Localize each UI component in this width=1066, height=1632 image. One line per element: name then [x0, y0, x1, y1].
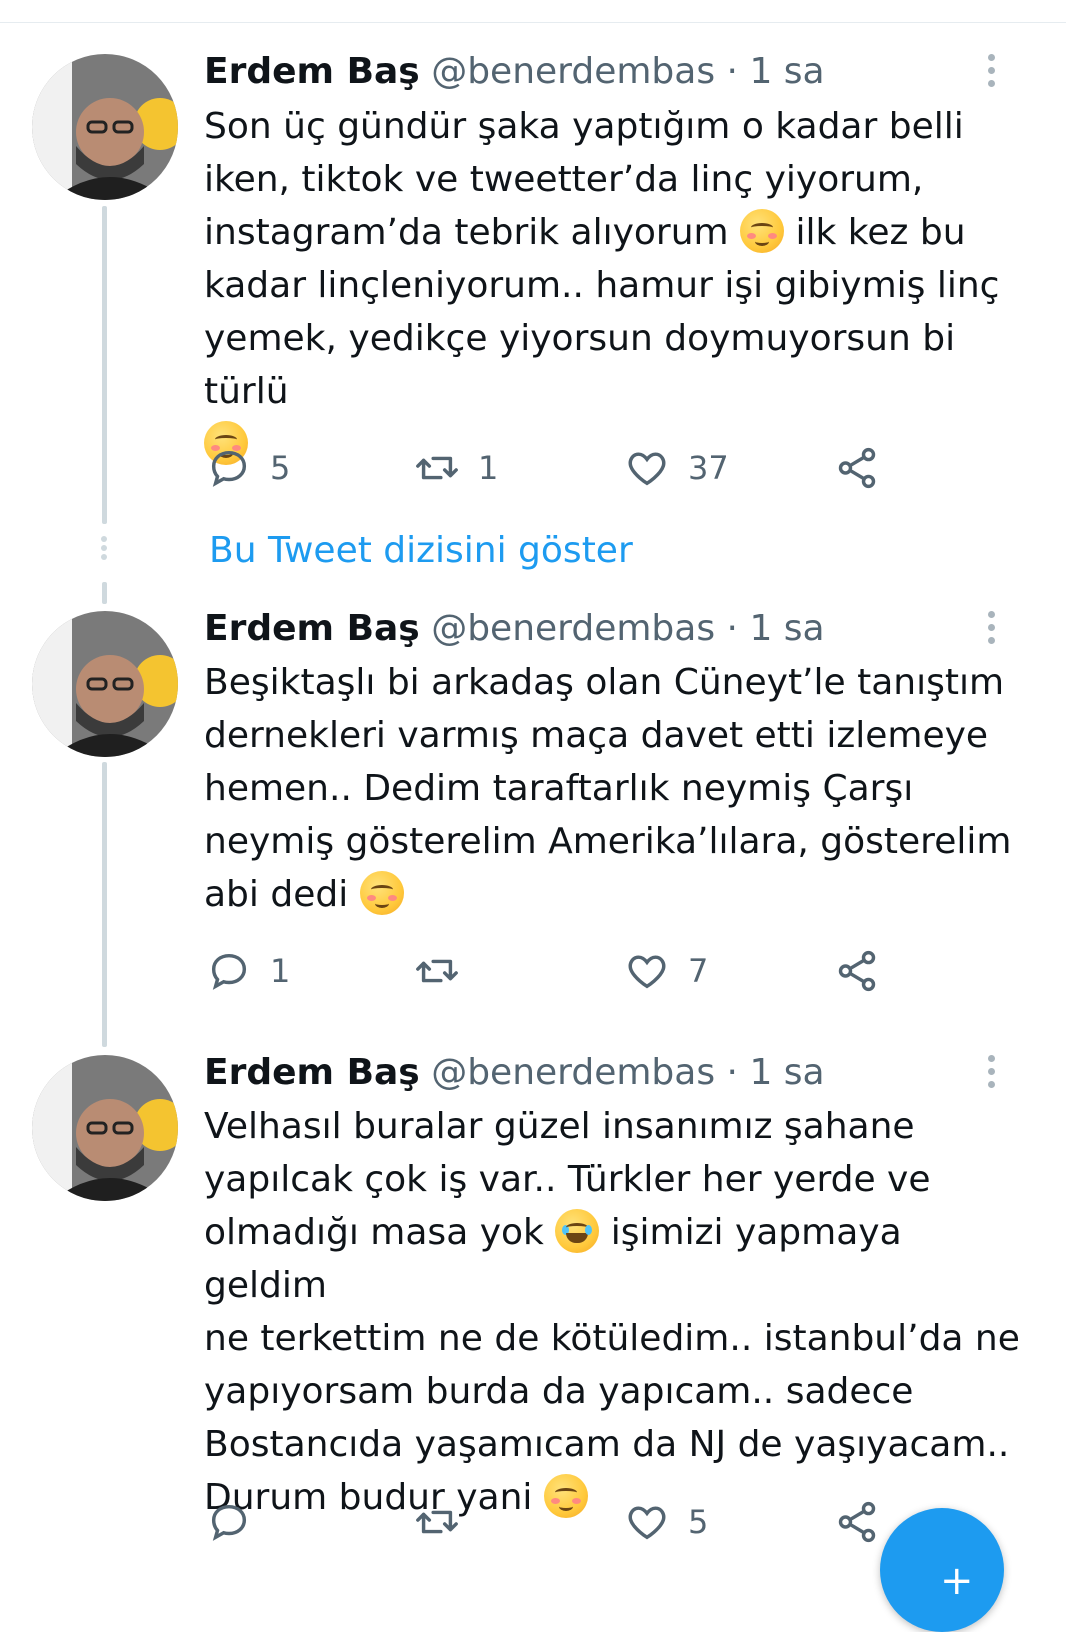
timestamp[interactable]: 1 sa [749, 1052, 824, 1093]
avatar-image [32, 1055, 178, 1201]
heart-icon [628, 1506, 666, 1540]
reply-button[interactable]: 5 [206, 443, 290, 493]
tweet-text-part: işimizi yapmaya geldim ne terkettim ne d… [204, 1212, 1020, 1518]
reply-icon [211, 953, 247, 990]
share-button[interactable] [834, 443, 880, 493]
separator: · [726, 51, 738, 92]
author-name[interactable]: Erdem Baş [204, 51, 420, 92]
share-icon [838, 950, 876, 992]
author-name[interactable]: Erdem Baş [204, 1052, 420, 1093]
avatar-image [32, 54, 178, 200]
thread-line [102, 582, 107, 604]
reply-icon [211, 1504, 247, 1541]
reply-count: 1 [270, 952, 291, 990]
reply-button[interactable]: 1 [206, 946, 290, 996]
timestamp[interactable]: 1 sa [749, 51, 824, 92]
separator: · [726, 608, 738, 649]
author-handle[interactable]: @benerdembas [431, 1052, 715, 1093]
like-button[interactable]: 37 [624, 443, 729, 493]
plus-icon: + [940, 1558, 974, 1604]
separator: · [726, 1052, 738, 1093]
like-button[interactable]: 7 [624, 946, 708, 996]
top-divider [0, 22, 1066, 23]
tweet-text: Velhasıl buralar güzel insanımız şahane … [204, 1100, 1024, 1524]
like-count: 37 [688, 449, 729, 487]
tweet-text-part: Beşiktaşlı bi arkadaş olan Cüneyt’le tan… [204, 662, 1012, 915]
tweet-text: Beşiktaşlı bi arkadaş olan Cüneyt’le tan… [204, 656, 1024, 921]
smiling-face-with-blush-icon [740, 209, 785, 253]
retweet-icon [416, 456, 458, 480]
retweet-button[interactable] [414, 1497, 478, 1547]
retweet-button[interactable]: 1 [414, 443, 498, 493]
thread-line [102, 206, 107, 524]
author-handle[interactable]: @benerdembas [431, 608, 715, 649]
author-name[interactable]: Erdem Baş [204, 608, 420, 649]
reply-count: 5 [270, 449, 291, 487]
thread-gap-dots [101, 536, 107, 563]
retweet-button[interactable] [414, 946, 478, 996]
retweet-icon [416, 959, 458, 983]
reply-button[interactable] [206, 1497, 270, 1547]
heart-icon [628, 955, 666, 989]
avatar[interactable] [32, 54, 178, 200]
more-options-icon[interactable] [984, 54, 998, 94]
like-button[interactable]: 5 [624, 1497, 708, 1547]
thread-line [102, 762, 107, 1047]
avatar-image [32, 611, 178, 757]
more-options-icon[interactable] [984, 1055, 998, 1095]
tweet-text: Son üç gündür şaka yaptığım o kadar bell… [204, 100, 1024, 471]
share-button[interactable] [834, 946, 880, 996]
more-options-icon[interactable] [984, 611, 998, 651]
reply-icon [211, 450, 247, 487]
face-with-tears-of-joy-icon [555, 1209, 600, 1253]
like-count: 7 [688, 952, 709, 990]
tweet-actions: 5 1 37 [204, 443, 904, 493]
author-handle[interactable]: @benerdembas [431, 51, 715, 92]
share-button[interactable] [834, 1497, 880, 1547]
retweet-icon [416, 1510, 458, 1534]
share-icon [838, 447, 876, 489]
smiling-face-with-blush-icon [359, 871, 404, 915]
avatar[interactable] [32, 1055, 178, 1201]
like-count: 5 [688, 1503, 709, 1541]
tweet-actions: 1 7 [204, 946, 904, 996]
retweet-count: 1 [478, 449, 499, 487]
heart-icon [628, 452, 666, 486]
tweet-actions: 5 [204, 1497, 904, 1547]
show-thread-link[interactable]: Bu Tweet dizisini göster [209, 528, 633, 574]
compose-tweet-button[interactable]: + [880, 1508, 1004, 1632]
avatar[interactable] [32, 611, 178, 757]
timestamp[interactable]: 1 sa [749, 608, 824, 649]
share-icon [838, 1501, 876, 1543]
